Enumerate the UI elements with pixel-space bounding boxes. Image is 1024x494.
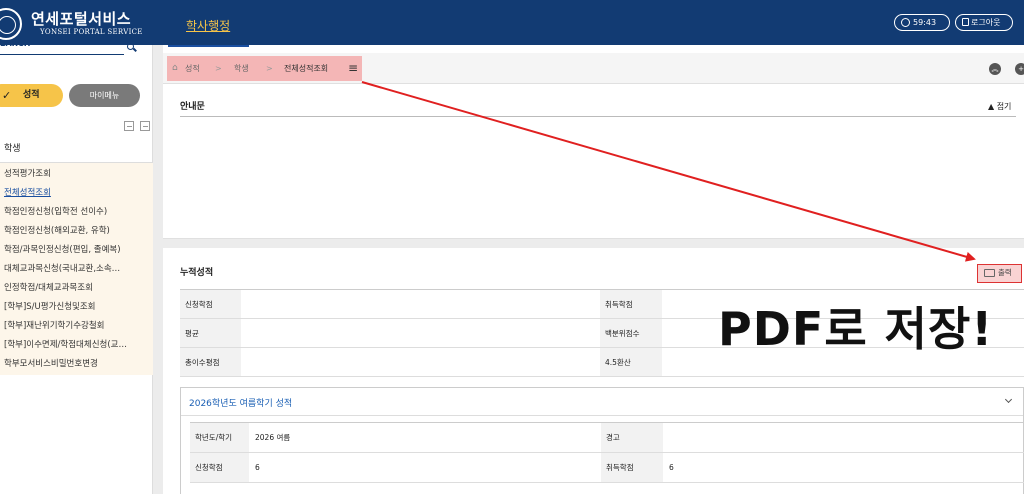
session-timer[interactable]: 59:43 — [894, 14, 950, 31]
expand-all-icon[interactable] — [124, 121, 134, 131]
table-value — [241, 348, 599, 376]
sidebar-item-substitute-course[interactable]: 대체교과목신청(국내교환,소속… — [4, 262, 149, 274]
table-label: 취득학점 — [600, 290, 662, 318]
sidebar-menu-list: 성적평가조회 전체성적조회 학점인정신청(입학전 선이수) 학점인정신청(해외교… — [0, 163, 153, 375]
table-label: 평균 — [180, 319, 241, 347]
fold-toggle-button[interactable]: ▲ 접기 — [988, 101, 1011, 112]
table-value: 2026 여름 — [255, 433, 291, 442]
home-icon[interactable]: ⌂ — [172, 56, 178, 81]
print-label: 출력 — [998, 268, 1012, 277]
sidebar-item-parent-password[interactable]: 학부모서비스비밀번호변경 — [4, 357, 149, 369]
semester-grades-table: 학년도/학기 2026 여름 경고 신청학점 6 취득학점 6 — [190, 422, 1024, 494]
collapse-all-icon[interactable] — [140, 121, 150, 131]
table-row: 신청학점 6 취득학점 6 — [190, 453, 1024, 483]
top-header: 연세포털서비스 YONSEI PORTAL SERVICE 학사행정 59:43… — [0, 0, 1024, 45]
table-label: 학년도/학기 — [190, 423, 249, 452]
portal-logo[interactable]: 연세포털서비스 YONSEI PORTAL SERVICE — [0, 6, 143, 40]
sidebar-item-grade-eval[interactable]: 성적평가조회 — [4, 167, 149, 179]
logout-button[interactable]: 로그아웃 — [955, 14, 1013, 31]
table-value — [241, 319, 599, 347]
scroll-top-icon[interactable]: ︽ — [989, 63, 1001, 75]
university-emblem-icon — [0, 8, 22, 40]
search-input[interactable]: EARCH — [0, 39, 124, 55]
grade-menu-button[interactable]: ✓ 성적 — [0, 84, 63, 107]
active-tab-indicator — [168, 45, 249, 47]
breadcrumb-item-grades[interactable]: 성적 — [185, 56, 200, 81]
table-label: 총이수평점 — [180, 348, 241, 376]
breadcrumb-item-all-grades: 전체성적조회 — [284, 64, 329, 73]
table-label: 신청학점 — [180, 290, 241, 318]
sidebar-item-credit-preadmission[interactable]: 학점인정신청(입학전 선이수) — [4, 205, 149, 217]
logo-subtitle: YONSEI PORTAL SERVICE — [40, 28, 143, 36]
semester-title: 2026학년도 여름학기 성적 — [189, 399, 293, 409]
breadcrumb-separator: > — [215, 64, 222, 73]
sidebar-item-su-evaluation[interactable]: [학부]S/U평가신청및조회 — [4, 300, 149, 312]
notice-panel — [163, 84, 1024, 239]
print-button[interactable]: 출력 — [977, 264, 1022, 283]
notice-title: 안내문 — [180, 102, 205, 112]
semester-header[interactable]: 2026학년도 여름학기 성적 — [181, 388, 1023, 416]
logo-title: 연세포털서비스 — [31, 10, 132, 28]
sidebar: EARCH ✓ 성적 마이메뉴 학생 성적평가조회 전체성적조회 학점인정신청(… — [0, 39, 153, 494]
breadcrumb-separator: > — [266, 64, 273, 73]
timer-value: 59:43 — [913, 18, 937, 27]
table-row: 학년도/학기 2026 여름 경고 — [190, 423, 1024, 453]
clock-icon — [901, 18, 910, 27]
main-menu-academic[interactable]: 학사행정 — [186, 17, 230, 34]
sidebar-item-course-recognition[interactable]: 학점/과목인정신청(편입, 졸예복) — [4, 243, 149, 255]
annotation-text: PDF로 저장! — [718, 302, 994, 356]
table-label: 4.5환산 — [600, 348, 662, 376]
notice-divider — [180, 116, 1016, 117]
sidebar-item-exemption[interactable]: [학부]이수면제/학점대체신청(교… — [4, 338, 149, 350]
breadcrumb-bar: ⌂ 성적 > 학생 > 전체성적조회 ≡ — [163, 53, 1024, 84]
chevron-down-icon[interactable] — [1004, 395, 1013, 404]
table-label: 취득학점 — [601, 453, 663, 482]
hamburger-menu-icon[interactable]: ≡ — [348, 56, 358, 81]
sidebar-item-credit-exchange[interactable]: 학점인정신청(해외교환, 유학) — [4, 224, 149, 236]
table-value — [663, 423, 1024, 452]
add-favorite-icon[interactable]: + — [1015, 63, 1024, 75]
section-gap — [163, 239, 1024, 248]
semester-grades-panel: 2026학년도 여름학기 성적 학년도/학기 2026 여름 경고 신청학점 6… — [180, 387, 1024, 494]
table-label: 백분위점수 — [600, 319, 662, 347]
search-placeholder: EARCH — [0, 39, 31, 48]
sidebar-item-recognized-credits[interactable]: 인정학점/대체교과목조회 — [4, 281, 149, 293]
table-label: 경고 — [601, 423, 663, 452]
search-icon[interactable] — [127, 43, 134, 50]
printer-icon — [984, 269, 995, 277]
breadcrumb: ⌂ 성적 > 학생 > 전체성적조회 ≡ — [167, 56, 362, 81]
table-value: 6 — [255, 463, 260, 472]
sidebar-section-student[interactable]: 학생 — [0, 136, 153, 163]
table-value — [241, 290, 599, 318]
my-menu-button[interactable]: 마이메뉴 — [69, 84, 140, 107]
check-icon: ✓ — [2, 89, 12, 102]
lock-icon — [962, 18, 969, 26]
logout-label: 로그아웃 — [971, 18, 1001, 27]
sidebar-item-disaster-withdrawal[interactable]: [학부]재난위기학기수강철회 — [4, 319, 149, 331]
table-label: 신청학점 — [190, 453, 249, 482]
grade-menu-label: 성적 — [23, 90, 40, 100]
breadcrumb-item-student[interactable]: 학생 — [234, 56, 249, 81]
cumulative-grades-title: 누적성적 — [180, 268, 214, 278]
sidebar-item-all-grades[interactable]: 전체성적조회 — [4, 186, 149, 198]
table-value: 6 — [669, 463, 674, 472]
